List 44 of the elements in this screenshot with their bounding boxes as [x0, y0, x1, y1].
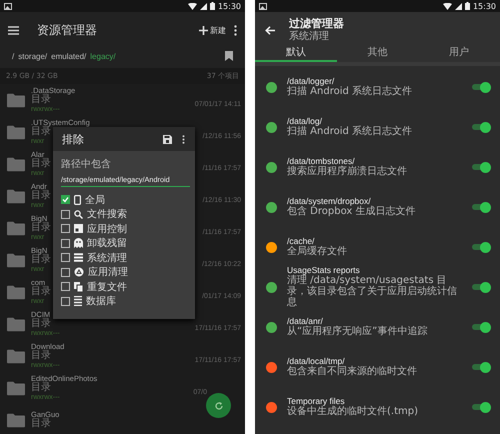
file-type: 目录	[31, 255, 51, 266]
filter-description: 设备中生成的临时文件(.tmp)	[287, 406, 419, 418]
file-type: 目录	[31, 127, 51, 138]
filter-path: /data/local/tmp/	[287, 356, 346, 366]
status-time: 15:30	[472, 2, 496, 10]
filter-description: 扫描 Android 系统日志文件	[287, 126, 414, 138]
file-type: 目录	[31, 418, 51, 430]
filter-description: 扫描 Android 系统日志文件	[287, 86, 414, 98]
file-type: 目录	[31, 351, 51, 362]
option-label: 系统清理	[87, 252, 127, 265]
filter-path: /data/system/dropbox/	[287, 196, 371, 206]
filter-path: UsageStats reports	[287, 266, 361, 275]
option-label: 数据库	[86, 294, 116, 308]
filter-path: /data/anr/	[287, 316, 324, 326]
status-time: 15:30	[218, 2, 241, 10]
option-label: 应用控制	[87, 222, 127, 236]
file-type: 目录	[31, 287, 51, 298]
filter-path: /cache/	[287, 236, 314, 246]
filter-description: 包含 Dropbox 生成日志文件	[287, 206, 416, 218]
screen-title: 过滤管理器	[289, 18, 344, 30]
option-label: 卸载残留	[87, 236, 127, 250]
field-label: 路径中包含	[61, 158, 112, 171]
filter-description: 从“应用程序无响应”事件中追踪	[287, 326, 428, 338]
option-label: 应用清理	[88, 266, 128, 280]
option-label: 文件搜索	[87, 208, 127, 222]
filter-path: /data/logger/	[287, 76, 336, 86]
file-type: 目录	[31, 319, 51, 330]
option-label: 重复文件	[87, 280, 127, 294]
option-label: 全局	[85, 194, 105, 207]
file-type: 目录	[31, 191, 51, 202]
app-title: 资源管理器	[37, 22, 97, 38]
file-type: 目录	[31, 95, 51, 106]
file-type: 目录	[31, 383, 51, 394]
file-type: 目录	[31, 159, 51, 170]
file-type: 目录	[31, 223, 51, 234]
filter-description: 清理 /data/system/usagestats 目录，该目录包含了关于应用启动统计信息	[287, 275, 458, 308]
filter-description: 包含来自不同来源的临时文件	[287, 366, 418, 378]
filter-path: /data/tombstones/	[287, 156, 355, 166]
filter-path: /data/log/	[287, 116, 323, 126]
filter-path: Temporary files	[287, 396, 346, 406]
filter-description: 全局缓存文件	[287, 246, 348, 258]
filter-description: 搜索应用程序崩溃日志文件	[287, 166, 408, 178]
dialog-title: 排除	[62, 132, 84, 146]
screen-subtitle: 系统清理	[289, 30, 330, 42]
